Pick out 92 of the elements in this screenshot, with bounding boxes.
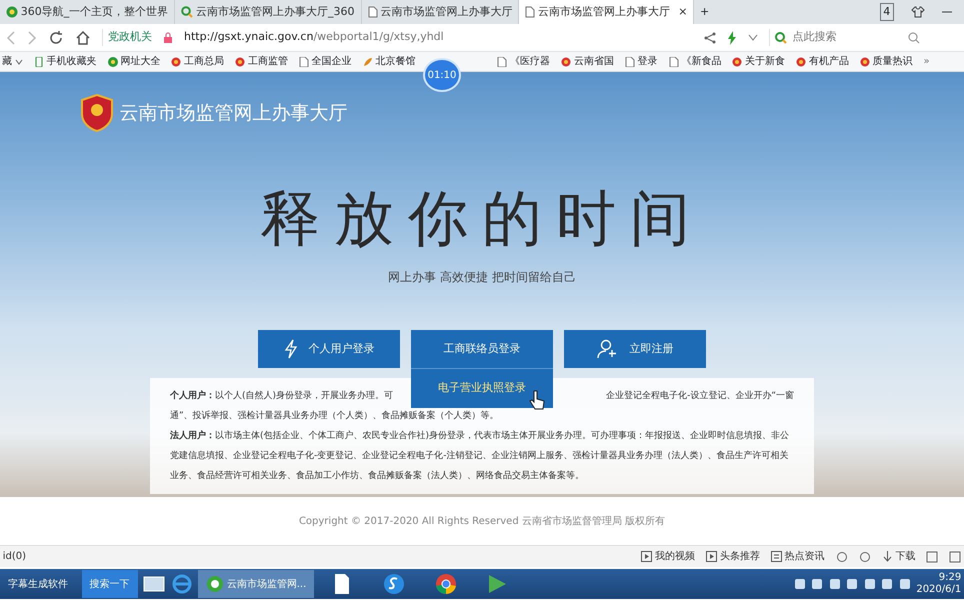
globe-icon — [6, 6, 18, 18]
search-icon — [908, 32, 920, 44]
leaf-icon — [362, 56, 372, 66]
lock-icon — [163, 32, 173, 44]
address-url[interactable]: http://gsxt.ynaic.gov.cn/webportal1/g/xtsy,yhdl — [184, 29, 444, 46]
browser-icon — [206, 575, 224, 593]
emblem-icon — [796, 56, 806, 66]
clock-time: 9:29 — [938, 572, 962, 584]
bookmark-link[interactable]: 工商监管 — [235, 54, 288, 69]
headline: 释放你的时间 — [260, 183, 704, 256]
tab-count[interactable]: 4 — [880, 2, 894, 22]
bookmark-link[interactable]: 《新食品 — [668, 54, 722, 69]
bookmark-link[interactable]: 全国企业 — [298, 54, 352, 69]
emblem-icon — [860, 56, 870, 66]
login-button[interactable]: 立即注册 — [564, 330, 706, 368]
search-icon — [775, 32, 787, 44]
menu-item[interactable]: 电子营业执照登录 — [411, 368, 553, 408]
reload-icon — [48, 30, 64, 46]
tray-icon — [846, 578, 858, 590]
browser-e-icon — [170, 573, 192, 595]
bookmark-link[interactable]: 《医疗器 — [497, 54, 550, 69]
user-add-icon — [596, 339, 618, 359]
page-icon — [368, 6, 378, 18]
bookmark-link[interactable]: 云南省国 — [561, 54, 614, 69]
bookmark-link[interactable]: 手机收藏夹 — [34, 54, 96, 69]
status-link[interactable]: 热点资讯 — [770, 549, 824, 564]
info-text: 企业登记全程电子化-设立登记、企业开办“一窗 — [606, 390, 794, 403]
globe-icon — [108, 56, 118, 66]
emblem-icon — [732, 56, 742, 66]
chrome-icon — [434, 573, 457, 595]
info-text: 通”、投诉举报、强检计量器具业务办理（个人类）、食品摊贩备案（个人类）等。 — [170, 409, 500, 423]
login-button[interactable]: 工商联络员登录 — [411, 330, 553, 368]
phone-icon — [34, 56, 44, 66]
lightning-icon — [726, 30, 736, 44]
chevron-icon — [748, 34, 758, 42]
play-icon — [641, 551, 652, 562]
page-icon — [525, 6, 536, 18]
emblem-icon — [235, 56, 245, 66]
new-tab-button[interactable]: + — [694, 4, 715, 20]
bookmark-link[interactable]: 关于新食 — [732, 54, 785, 69]
caret-icon — [14, 58, 23, 64]
window-icon — [926, 550, 938, 562]
taskbar-app[interactable]: 云南市场监管网... — [198, 570, 314, 598]
share-icon — [704, 32, 716, 44]
page-icon — [298, 56, 309, 66]
more-bookmarks-button[interactable]: » — [924, 54, 930, 69]
pointer-hand-icon — [529, 390, 545, 410]
clock-date: 2020/6/1 — [916, 584, 962, 596]
browser-tab[interactable]: 云南市场监管网上办事大厅 × — [519, 0, 694, 24]
shirt-icon — [910, 6, 924, 18]
tray-icon — [811, 578, 824, 590]
back-icon — [6, 30, 16, 44]
close-button[interactable]: × — [672, 4, 688, 20]
emblem-icon — [171, 56, 182, 66]
play-icon — [486, 573, 508, 595]
taskbar-app[interactable]: 搜索一下 — [82, 570, 138, 598]
government-badge: 党政机关 — [102, 29, 152, 46]
info-text: 法人用户：以市场主体(包括企业、个体工商户、农民专业合作社)身份登录，代表市场主体开展业务办理。可办理事项：年报报送、企业即时信息填报、非公党建信息填报、企业登记全程电子化-变更登记、企业登记全程电子化-注销登记、企业注销网上服务、强检计量器具业务办理（法人类）、食品生产许可相关业务、食品经营许可相关业务、食品加工小作坊、食品摊贩备案（法人类）、网络食品交易主体备案等。 — [170, 429, 790, 483]
page-icon — [624, 56, 635, 66]
subtitle: 网上办事 高效便捷 把时间留给自己 — [388, 269, 576, 286]
tray-app-icon — [794, 578, 806, 590]
taskbar-app[interactable]: 字幕生成软件 — [0, 570, 76, 598]
home-icon — [74, 30, 90, 46]
search-field[interactable]: 点此搜索 — [792, 29, 902, 46]
search-icon — [181, 6, 194, 18]
download-icon — [882, 551, 892, 562]
forward-icon — [26, 30, 36, 44]
emblem-icon — [80, 94, 114, 132]
info-text: 个人用户：以个人(自然人)身份登录，开展业务办理。可 — [170, 389, 394, 403]
status-link[interactable]: 下载 — [882, 549, 916, 564]
bookmark-link[interactable]: 工商总局 — [171, 54, 224, 69]
emblem-icon — [561, 56, 571, 66]
bookmark-link[interactable]: 有机产品 — [796, 54, 849, 69]
page-icon — [668, 56, 678, 66]
status-link[interactable]: 我的视频 — [641, 549, 695, 564]
bookmark-link[interactable]: 北京餐馆 — [362, 54, 416, 69]
status-link[interactable]: 头条推荐 — [706, 549, 760, 564]
s-app-icon — [383, 573, 406, 595]
bookmark-link[interactable]: 藏 — [2, 54, 23, 69]
window-icon — [143, 575, 165, 593]
status-text: id(0) — [2, 550, 26, 564]
site-title: 云南市场监管网上办事大厅 — [120, 100, 348, 126]
bookmark-link[interactable]: 网址大全 — [108, 54, 160, 69]
bookmark-link[interactable]: 质量热识 — [860, 54, 912, 69]
page-icon — [497, 56, 508, 66]
copyright-text: Copyright © 2017-2020 All Rights Reserved 云南省市场监督管理局 版权所有 — [298, 514, 666, 528]
tray-icon — [828, 578, 841, 590]
bookmark-link[interactable]: 登录 — [624, 54, 658, 69]
login-button[interactable]: 个人用户登录 — [258, 330, 400, 368]
play-icon — [706, 551, 717, 562]
news-icon — [770, 551, 782, 562]
lightning-icon — [284, 339, 298, 359]
